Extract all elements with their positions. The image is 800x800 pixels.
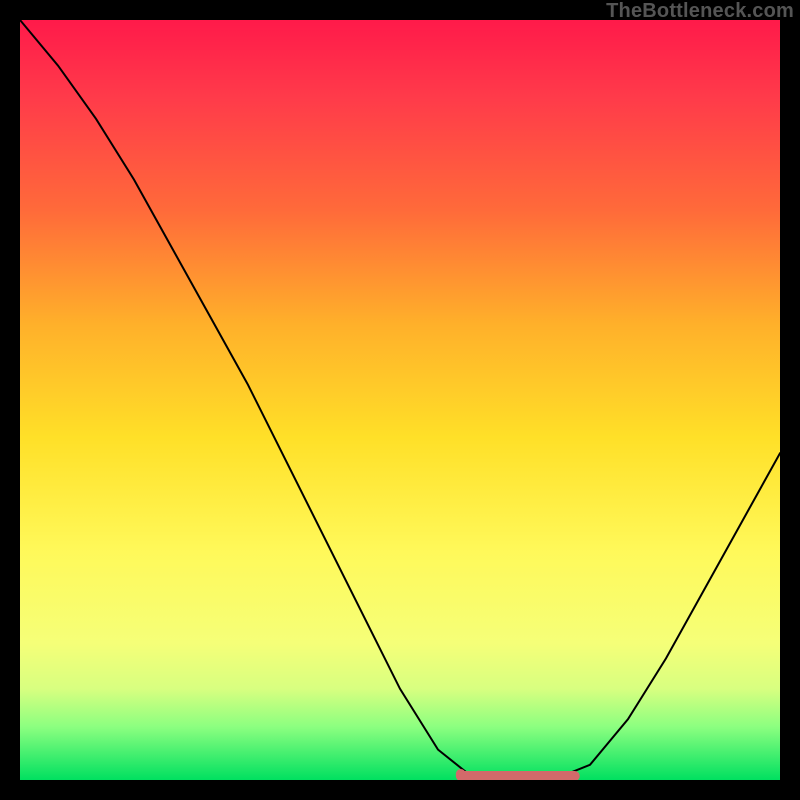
chart-frame: TheBottleneck.com: [0, 0, 800, 800]
optimal-range-marker: [20, 20, 780, 780]
watermark-text: TheBottleneck.com: [606, 0, 794, 23]
